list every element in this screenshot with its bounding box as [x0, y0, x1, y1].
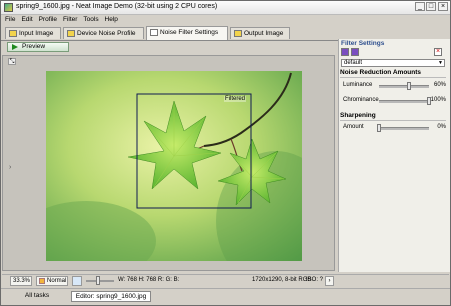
leaf-photo: [46, 71, 302, 261]
preview-label: Preview: [22, 43, 46, 50]
menu-file[interactable]: File: [5, 15, 15, 25]
filter-settings-panel: Filter Settings × default ▼ Noise Reduct…: [338, 39, 450, 272]
tab-device-noise-profile[interactable]: Device Noise Profile: [63, 27, 144, 39]
play-icon: [12, 44, 18, 50]
load-preset-icon[interactable]: [351, 48, 359, 56]
noise-section-title: Noise Reduction Amounts: [340, 69, 422, 76]
app-window: spring9_1600.jpg - Neat Image Demo (32-b…: [0, 0, 451, 306]
sharpening-section-title: Sharpening: [340, 112, 376, 119]
zoom-slider-thumb[interactable]: [96, 276, 100, 285]
tab-output-image[interactable]: Output Image: [230, 27, 290, 39]
output-image-icon: [234, 30, 242, 37]
menu-filter[interactable]: Filter: [63, 15, 77, 25]
tab-label: Input Image: [19, 30, 54, 37]
tab-input-image[interactable]: Input Image: [5, 27, 61, 39]
menu-bar: File Edit Profile Filter Tools Help: [1, 15, 450, 25]
preview-toolbar: Preview: [3, 42, 335, 53]
save-preset-icon[interactable]: [341, 48, 349, 56]
task-tabs: All tasks Editor: spring9_1600.jpg: [1, 288, 450, 306]
image-info: 1720x1290, 8-bit RGB: [252, 277, 312, 283]
title-bar: spring9_1600.jpg - Neat Image Demo (32-b…: [1, 1, 450, 15]
preset-select[interactable]: default ▼: [341, 59, 445, 67]
zoom-slider[interactable]: [86, 276, 114, 286]
minimize-button[interactable]: _: [415, 2, 425, 11]
iso-info: ISO: ?: [306, 277, 324, 283]
chrominance-value: 100%: [430, 97, 446, 103]
chevron-right-icon[interactable]: ›: [9, 164, 14, 172]
mode-icon: [39, 278, 45, 284]
editor-tab[interactable]: Editor: spring9_1600.jpg: [71, 291, 151, 302]
menu-tools[interactable]: Tools: [83, 15, 98, 25]
luminance-slider[interactable]: [379, 82, 429, 90]
info-icon[interactable]: ›: [325, 276, 334, 286]
tab-label: Noise Filter Settings: [160, 29, 219, 36]
panel-title: Filter Settings: [341, 40, 385, 47]
luminance-value: 60%: [433, 82, 446, 88]
filter-settings-icon: [150, 29, 158, 36]
preview-button[interactable]: Preview: [7, 42, 69, 52]
chrominance-label: Chrominance: [343, 97, 379, 103]
view-mode-select[interactable]: Normal: [36, 276, 68, 286]
divider: [340, 77, 446, 78]
app-icon: [4, 3, 13, 12]
input-image-icon: [9, 30, 17, 37]
amount-label: Amount: [343, 124, 364, 130]
status-bar: 33.3% Normal W: 768 H: 768 R: G: B: 1720…: [2, 274, 449, 287]
amount-slider[interactable]: [377, 124, 429, 132]
chevron-down-icon: ▼: [438, 60, 443, 66]
view-mode-value: Normal: [47, 278, 67, 284]
amount-value: 0%: [437, 124, 446, 130]
pixel-readout: W: 768 H: 768 R: G: B:: [118, 277, 180, 283]
luminance-label: Luminance: [343, 82, 373, 88]
filtered-overlay-label: Filtered: [224, 96, 247, 102]
menu-edit[interactable]: Edit: [21, 15, 32, 25]
collapse-view-icon[interactable]: ⤡: [8, 58, 16, 65]
maximize-button[interactable]: □: [426, 2, 436, 11]
tab-noise-filter-settings[interactable]: Noise Filter Settings: [146, 26, 228, 40]
close-button[interactable]: ×: [438, 2, 448, 11]
zoom-value: 33.3%: [13, 278, 31, 284]
chrominance-slider[interactable]: [379, 97, 431, 105]
zoom-select[interactable]: 33.3%: [10, 276, 32, 286]
menu-profile[interactable]: Profile: [39, 15, 57, 25]
close-panel-icon[interactable]: ×: [434, 48, 442, 56]
tab-label: Output Image: [244, 30, 284, 37]
profile-icon: [67, 30, 75, 37]
tab-label: Device Noise Profile: [77, 30, 136, 37]
divider: [340, 120, 446, 121]
window-title: spring9_1600.jpg - Neat Image Demo (32-b…: [16, 3, 218, 10]
photo-preview[interactable]: Filtered: [46, 71, 302, 261]
amount-slider-thumb[interactable]: [377, 124, 381, 132]
preset-value: default: [344, 60, 363, 66]
menu-help[interactable]: Help: [105, 15, 118, 25]
image-viewer[interactable]: ⤡ Filtered ›: [2, 55, 335, 271]
all-tasks-tab[interactable]: All tasks: [7, 291, 67, 302]
compare-icon[interactable]: [72, 276, 82, 286]
luminance-slider-thumb[interactable]: [407, 82, 411, 90]
